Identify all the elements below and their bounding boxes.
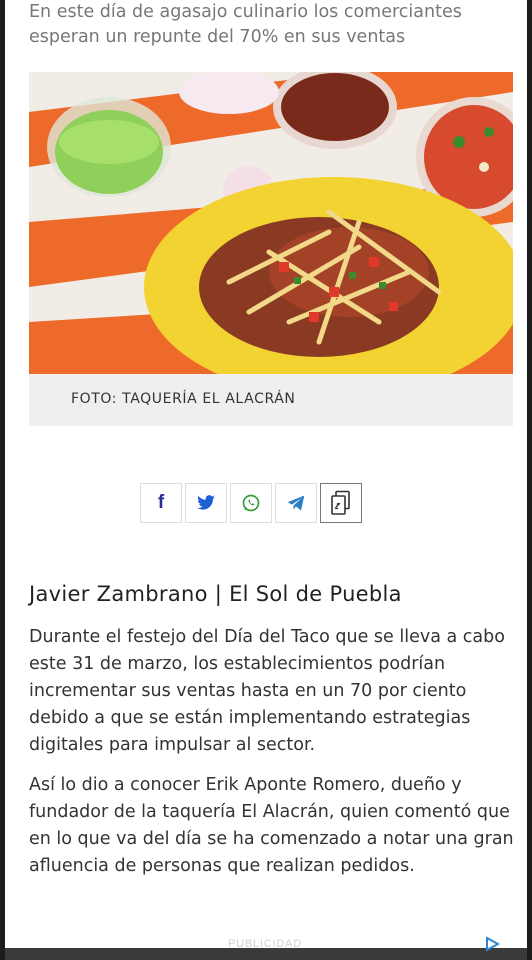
screen-edge-right [527, 0, 532, 960]
share-facebook-button[interactable]: f [140, 483, 182, 523]
ad-label: PUBLICIDAD [228, 938, 303, 950]
article-subtitle: En este día de agasajo culinario los com… [29, 2, 462, 47]
photo-caption-box: FOTO: TAQUERÍA EL ALACRÁN [29, 374, 513, 426]
article-byline: Javier Zambrano | El Sol de Puebla [29, 582, 402, 606]
photo-caption: FOTO: TAQUERÍA EL ALACRÁN [71, 391, 296, 407]
whatsapp-icon [242, 494, 260, 512]
telegram-icon [287, 495, 305, 511]
twitter-icon [197, 495, 215, 510]
article-paragraph-1: Durante el festejo del Día del Taco que … [29, 627, 505, 755]
copy-link-icon [331, 490, 350, 515]
share-whatsapp-button[interactable] [230, 483, 272, 523]
share-telegram-button[interactable] [275, 483, 317, 523]
share-twitter-button[interactable] [185, 483, 227, 523]
article-paragraph-2: Así lo dio a conocer Erik Aponte Romero,… [29, 775, 514, 876]
screen-edge-left [0, 0, 5, 960]
facebook-icon: f [157, 492, 165, 513]
copy-link-button[interactable] [320, 483, 362, 523]
share-buttons: f [140, 483, 362, 525]
adchoices-icon[interactable] [484, 936, 500, 952]
article-photo [29, 72, 513, 374]
